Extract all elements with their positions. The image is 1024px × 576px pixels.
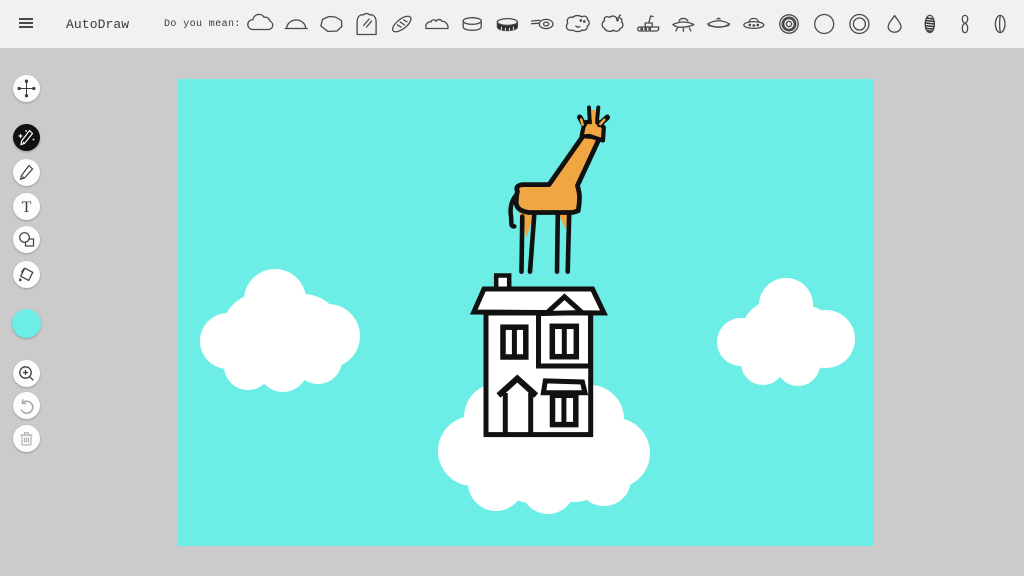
svg-text:T: T [21, 199, 31, 216]
